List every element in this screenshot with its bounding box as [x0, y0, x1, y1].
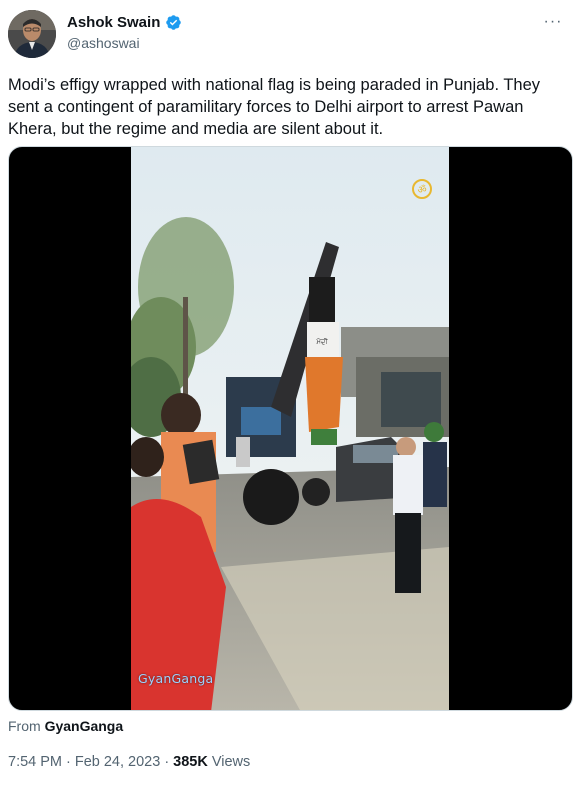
more-dots-icon[interactable]: ··· — [541, 12, 565, 32]
views-count: 385K — [173, 754, 208, 770]
effigy-sign-text: ਮੋਦੀ — [315, 337, 328, 346]
tweet-text: Modi’s effigy wrapped with national flag… — [8, 76, 541, 138]
om-logo-icon: ॐ — [412, 179, 432, 199]
video-watermark: GyanGanga — [138, 671, 214, 686]
tweet-meta: 7:54 PM · Feb 24, 2023 · 385K Views — [8, 754, 250, 770]
author-handle[interactable]: @ashoswai — [67, 35, 140, 51]
meta-separator: · — [66, 754, 71, 770]
video-frame: ਮੋਦੀ ॐ GyanGanga — [131, 147, 449, 710]
verified-badge-icon — [165, 14, 182, 31]
avatar-image — [8, 10, 56, 58]
tweet-time[interactable]: 7:54 PM — [8, 754, 62, 770]
media-source-prefix: From — [8, 718, 41, 734]
author-display-name[interactable]: Ashok Swain — [67, 14, 160, 31]
tweet-date[interactable]: Feb 24, 2023 — [75, 754, 160, 770]
views-label: Views — [211, 754, 251, 770]
avatar[interactable] — [8, 10, 56, 58]
author-name-row[interactable]: Ashok Swain — [67, 14, 182, 31]
tweet: Ashok Swain @ashoswai ··· Modi’s effigy … — [0, 0, 575, 792]
media-source-link[interactable]: GyanGanga — [45, 718, 124, 734]
meta-separator: · — [164, 754, 170, 770]
channel-logo: ॐ — [407, 179, 437, 199]
media-source: From GyanGanga — [8, 718, 123, 734]
tweet-video[interactable]: ਮੋਦੀ ॐ GyanGanga — [8, 146, 573, 711]
video-scene: ਮੋਦੀ — [131, 147, 449, 710]
